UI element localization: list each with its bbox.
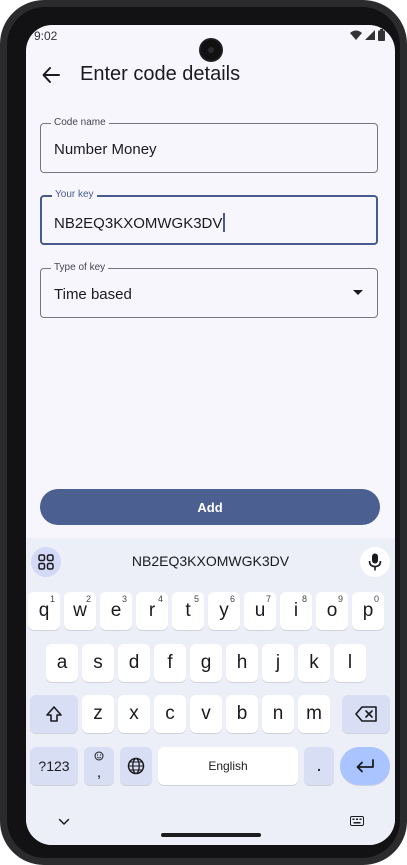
key-z[interactable]: z: [82, 695, 114, 733]
backspace-icon: [355, 706, 377, 722]
keyboard-suggestion[interactable]: NB2EQ3KXOMWGK3DV: [26, 553, 395, 569]
add-button[interactable]: Add: [40, 489, 380, 525]
key-j[interactable]: j: [262, 644, 294, 682]
keyboard: NB2EQ3KXOMWGK3DV q1 w2 e3 r4 t5 y6 u 7 i…: [26, 538, 395, 845]
keyboard-switch-icon[interactable]: [350, 816, 364, 828]
language-key[interactable]: [120, 747, 152, 785]
mic-icon: [368, 553, 382, 571]
key-e[interactable]: e3: [100, 592, 132, 630]
key-b[interactable]: b: [226, 695, 258, 733]
type-of-key-value: Time based: [54, 286, 132, 303]
key-r[interactable]: r4: [136, 592, 168, 630]
key-label: w: [73, 600, 87, 621]
back-button[interactable]: [38, 62, 64, 88]
key-o[interactable]: o9: [316, 592, 348, 630]
key-f[interactable]: f: [154, 644, 186, 682]
key-h[interactable]: h: [226, 644, 258, 682]
enter-key[interactable]: [340, 747, 390, 785]
voice-input-button[interactable]: [360, 547, 390, 577]
screen: 9:02 Enter code details Code name Number…: [26, 25, 395, 845]
key-y[interactable]: y6: [208, 592, 240, 630]
key-s[interactable]: s: [82, 644, 114, 682]
your-key-value-wrap: NB2EQ3KXOMWGK3DV: [54, 213, 225, 232]
keyboard-toolbar: NB2EQ3KXOMWGK3DV: [26, 538, 395, 580]
key-v[interactable]: v: [190, 695, 222, 733]
key-hint: 1: [49, 594, 55, 604]
code-name-field[interactable]: Code name Number Money: [40, 117, 378, 173]
key-hint: 4: [157, 594, 163, 604]
symbols-key[interactable]: ?123: [30, 747, 78, 785]
backspace-key[interactable]: [342, 695, 390, 733]
code-name-label: Code name: [51, 117, 109, 129]
signal-icon: [365, 30, 375, 40]
key-label: i: [293, 600, 299, 621]
key-k[interactable]: k: [298, 644, 330, 682]
comma-label: ,: [96, 764, 102, 781]
battery-icon: [378, 29, 385, 41]
type-of-key-dropdown[interactable]: Type of key Time based: [40, 262, 378, 318]
key-g[interactable]: g: [190, 644, 222, 682]
emoji-icon: [94, 751, 104, 761]
key-q[interactable]: q1: [28, 592, 60, 630]
period-key[interactable]: .: [304, 747, 334, 785]
key-label: o: [326, 600, 338, 621]
code-name-value: Number Money: [54, 141, 157, 158]
chevron-down-icon[interactable]: [58, 818, 70, 826]
key-hint: 6: [229, 594, 235, 604]
wifi-icon: [350, 30, 362, 40]
key-label: e: [110, 600, 122, 621]
globe-icon: [127, 757, 145, 775]
key-a[interactable]: a: [46, 644, 78, 682]
key-x[interactable]: x: [118, 695, 150, 733]
key-hint: 7: [265, 594, 271, 604]
status-time: 9:02: [34, 29, 58, 43]
key-u[interactable]: u7: [244, 592, 276, 630]
key-label: q: [38, 600, 50, 621]
key-m[interactable]: m: [298, 695, 330, 733]
key-hint: 5: [193, 594, 199, 604]
front-camera: [201, 40, 221, 60]
key-t[interactable]: t5: [172, 592, 204, 630]
space-key[interactable]: English: [158, 747, 298, 785]
key-d[interactable]: d: [118, 644, 150, 682]
key-label: t: [185, 600, 191, 621]
status-icons: [350, 29, 385, 41]
type-of-key-label: Type of key: [51, 262, 109, 274]
key-hint: 3: [121, 594, 127, 604]
key-hint: 0: [373, 594, 379, 604]
key-hint: 2: [85, 594, 91, 604]
your-key-value: NB2EQ3KXOMWGK3DV: [54, 215, 223, 232]
key-p[interactable]: p0: [352, 592, 384, 630]
shift-key[interactable]: [30, 695, 78, 733]
navigation-bar: [26, 808, 395, 845]
key-label: u: [254, 600, 266, 621]
key-w[interactable]: w2: [64, 592, 96, 630]
enter-icon: [356, 759, 374, 773]
key-i[interactable]: i8: [280, 592, 312, 630]
text-caret: [223, 213, 225, 232]
key-l[interactable]: l: [334, 644, 366, 682]
page-title: Enter code details: [80, 63, 241, 85]
key-label: y: [219, 600, 229, 621]
key-hint: 9: [337, 594, 343, 604]
comma-key[interactable]: ,: [84, 747, 114, 785]
phone-frame: 9:02 Enter code details Code name Number…: [0, 0, 407, 865]
key-hint: 8: [301, 594, 307, 604]
key-label: r: [148, 600, 156, 621]
your-key-field[interactable]: Your key NB2EQ3KXOMWGK3DV: [40, 189, 378, 245]
shift-icon: [46, 706, 62, 722]
home-gesture-handle[interactable]: [161, 833, 261, 837]
key-label: p: [362, 600, 374, 621]
key-n[interactable]: n: [262, 695, 294, 733]
phone-bezel: 9:02 Enter code details Code name Number…: [7, 7, 400, 858]
dropdown-arrow-icon: [353, 290, 363, 295]
key-c[interactable]: c: [154, 695, 186, 733]
your-key-label: Your key: [52, 189, 97, 201]
arrow-back-icon: [42, 67, 60, 83]
